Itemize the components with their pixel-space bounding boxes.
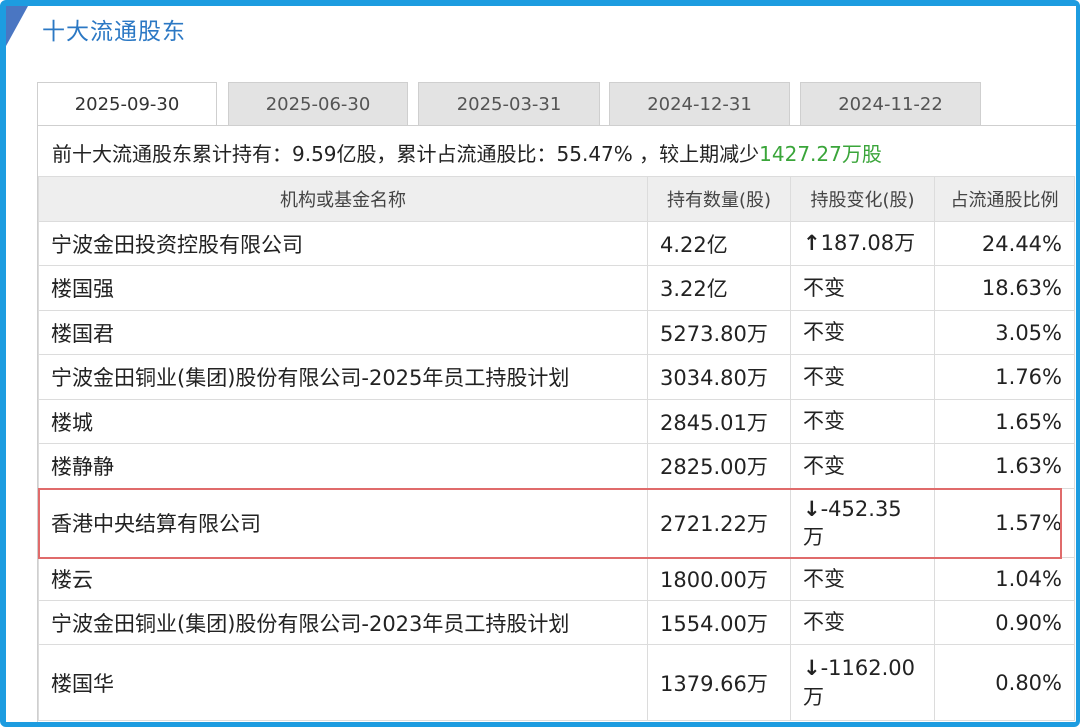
top-ten-holders-table: 机构或基金名称 持有数量(股) 持股变化(股) 占流通股比例 宁波金田投资控股有… [38, 176, 1075, 721]
holder-ratio: 1.65% [934, 399, 1075, 444]
holder-ratio: 1.57% [934, 488, 1075, 558]
holder-name: 楼城 [38, 399, 648, 444]
holder-change-value: -1162.00万 [803, 656, 916, 709]
holder-ratio: 3.05% [934, 310, 1075, 355]
holder-change: 不变 [790, 265, 935, 311]
holdings-summary: 前十大流通股东累计持有：9.59亿股，累计占流通股比：55.47% ，较上期减少… [52, 138, 882, 167]
holder-shares: 4.22亿 [647, 221, 791, 266]
table-row: 楼城 2845.01万 不变 1.65% [38, 399, 1075, 444]
tab-2024-11-22[interactable]: 2024-11-22 [800, 82, 981, 126]
holder-change: -452.35万 [790, 488, 935, 558]
table-row: 宁波金田铜业(集团)股份有限公司-2025年员工持股计划 3034.80万 不变… [38, 354, 1075, 400]
holder-name: 楼静静 [38, 443, 648, 489]
holder-name: 宁波金田投资控股有限公司 [38, 221, 648, 266]
holder-name: 楼云 [38, 557, 648, 601]
holder-shares: 3.22亿 [647, 265, 791, 311]
holder-change: -1162.00万 [790, 644, 935, 721]
holder-ratio: 1.76% [934, 354, 1075, 400]
holder-change: 不变 [790, 354, 935, 400]
table-row: 楼静静 2825.00万 不变 1.63% [38, 443, 1075, 489]
table-header-row: 机构或基金名称 持有数量(股) 持股变化(股) 占流通股比例 [38, 176, 1075, 222]
holder-name: 楼国强 [38, 265, 648, 311]
summary-change: 1427.27万股 [759, 142, 882, 166]
arrow-down-icon [803, 656, 821, 680]
holder-shares: 1554.00万 [647, 600, 791, 645]
table-row: 楼国华 1379.66万 -1162.00万 0.80% [38, 644, 1075, 721]
tab-2024-12-31[interactable]: 2024-12-31 [609, 82, 790, 126]
holder-name: 香港中央结算有限公司 [38, 488, 648, 558]
holder-change: 不变 [790, 600, 935, 645]
holder-change: 不变 [790, 310, 935, 355]
holder-ratio: 1.63% [934, 443, 1075, 489]
holder-ratio: 1.04% [934, 557, 1075, 601]
arrow-up-icon [803, 231, 821, 255]
holder-name: 宁波金田铜业(集团)股份有限公司-2025年员工持股计划 [38, 354, 648, 400]
holder-ratio: 18.63% [934, 265, 1075, 311]
holder-ratio: 0.80% [934, 644, 1075, 721]
column-header-change: 持股变化(股) [790, 176, 935, 222]
title-corner-marker [6, 6, 28, 46]
holder-shares: 2825.00万 [647, 443, 791, 489]
table-row: 宁波金田投资控股有限公司 4.22亿 187.08万 24.44% [38, 221, 1075, 266]
tab-2025-09-30[interactable]: 2025-09-30 [37, 82, 217, 128]
holder-shares: 5273.80万 [647, 310, 791, 355]
arrow-down-icon [803, 497, 821, 521]
summary-text: 前十大流通股东累计持有：9.59亿股，累计占流通股比：55.47% ，较上期减少 [52, 142, 760, 166]
holder-ratio: 0.90% [934, 600, 1075, 645]
holder-shares: 2845.01万 [647, 399, 791, 444]
table-row: 楼国强 3.22亿 不变 18.63% [38, 265, 1075, 311]
holder-shares: 1800.00万 [647, 557, 791, 601]
holder-change: 不变 [790, 443, 935, 489]
holder-shares: 3034.80万 [647, 354, 791, 400]
holder-name: 楼国华 [38, 644, 648, 721]
column-header-shares: 持有数量(股) [647, 176, 791, 222]
holder-shares: 2721.22万 [647, 488, 791, 558]
column-header-name: 机构或基金名称 [38, 176, 648, 222]
tab-2025-03-31[interactable]: 2025-03-31 [418, 82, 600, 126]
holder-shares: 1379.66万 [647, 644, 791, 721]
holder-ratio: 24.44% [934, 221, 1075, 266]
tab-2025-06-30[interactable]: 2025-06-30 [228, 82, 408, 126]
section-title: 十大流通股东 [42, 19, 186, 45]
holder-name: 楼国君 [38, 310, 648, 355]
table-row: 楼云 1800.00万 不变 1.04% [38, 557, 1075, 601]
table-row: 宁波金田铜业(集团)股份有限公司-2023年员工持股计划 1554.00万 不变… [38, 600, 1075, 645]
holder-change: 187.08万 [790, 221, 935, 266]
holder-change: 不变 [790, 557, 935, 601]
column-header-ratio: 占流通股比例 [934, 176, 1075, 222]
holder-change-value: 187.08万 [820, 231, 916, 256]
holder-change: 不变 [790, 399, 935, 444]
table-row: 楼国君 5273.80万 不变 3.05% [38, 310, 1075, 355]
table-row: 香港中央结算有限公司 2721.22万 -452.35万 1.57% [38, 488, 1075, 558]
holder-name: 宁波金田铜业(集团)股份有限公司-2023年员工持股计划 [38, 600, 648, 645]
